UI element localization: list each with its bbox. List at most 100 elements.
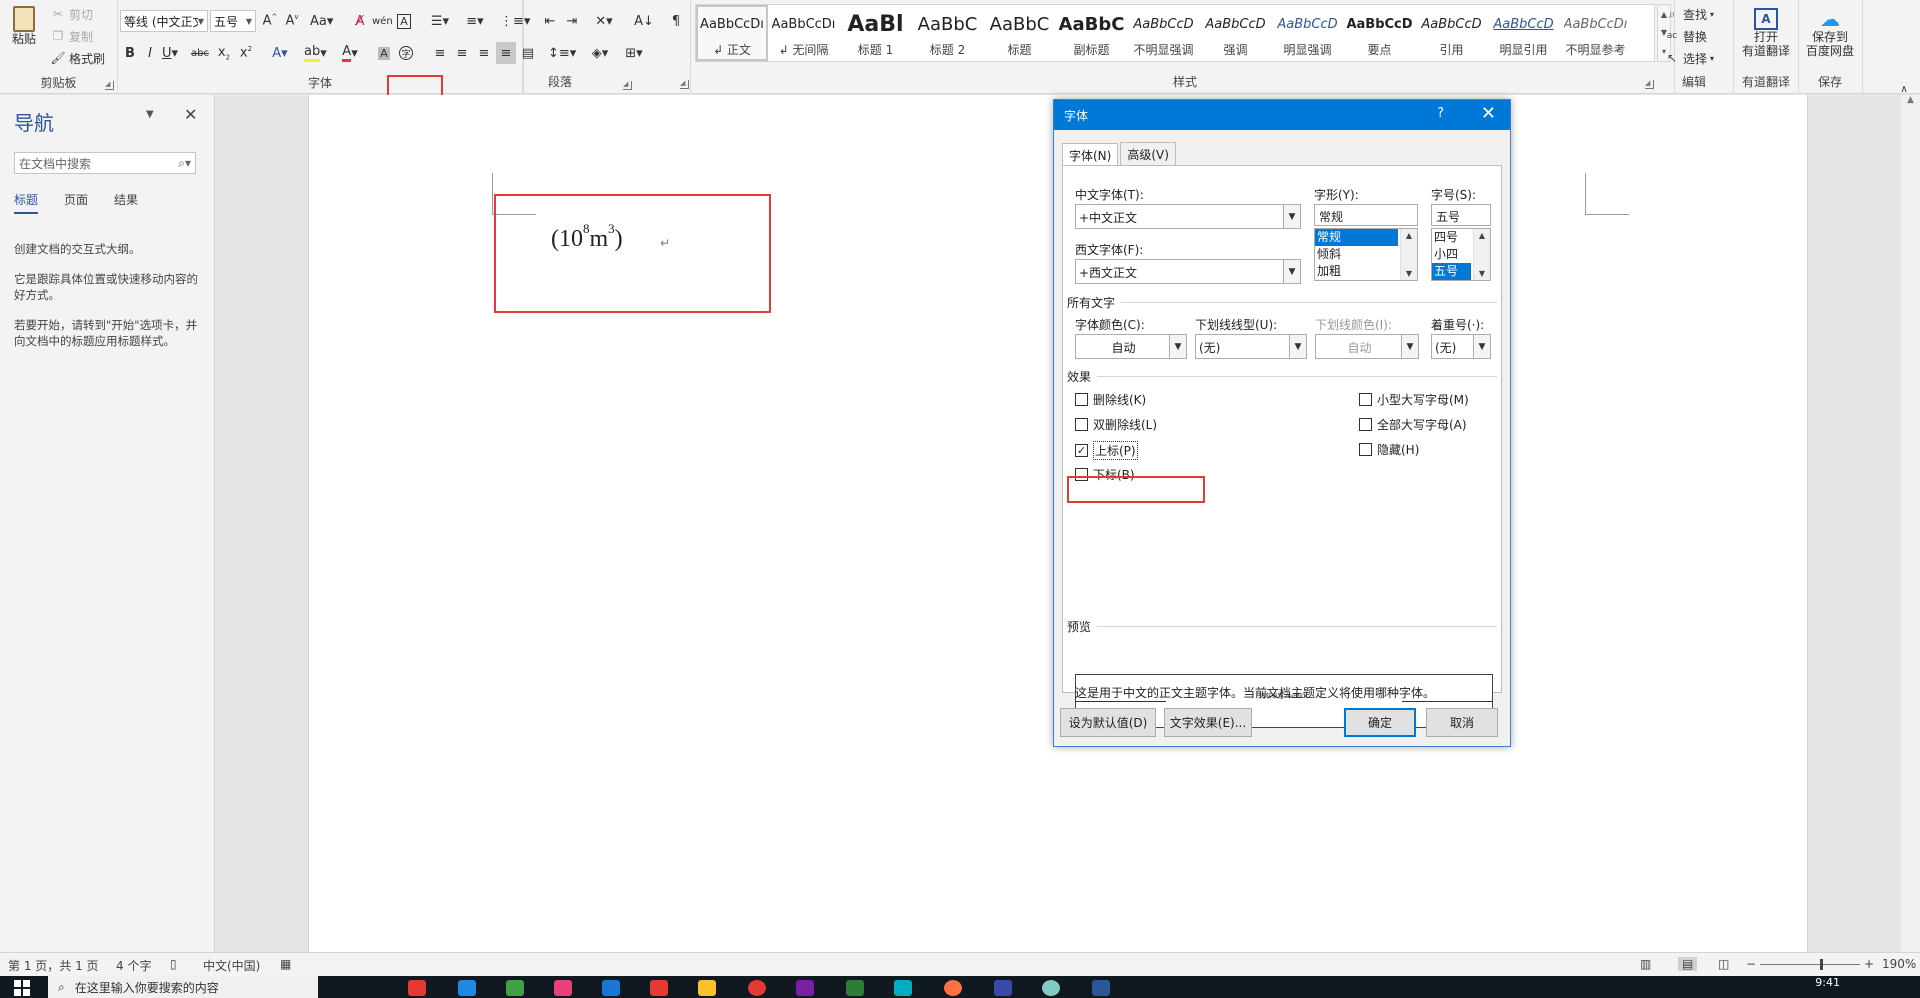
windows-start-icon[interactable] [14,980,30,996]
word-icon[interactable] [1092,980,1110,996]
enclose-char-button[interactable]: 字 [396,42,416,64]
zoom-out-icon[interactable]: − [1746,957,1756,971]
font-name-combo[interactable]: 等线 (中文正文 ▼ [120,10,208,32]
underline-style-combo[interactable]: (无) ▼ [1195,334,1307,359]
font-color-combo[interactable]: 自动 ▼ [1075,334,1187,359]
style-item[interactable]: AaBbCcD 引用 [1416,5,1488,61]
style-item[interactable]: AaBbCcDı ↲ 无间隔 [768,5,840,61]
copy-button[interactable]: ❐ 复制 [50,26,93,46]
strikethrough-button[interactable]: abc [190,42,210,64]
distributed-button[interactable]: ▤ [518,42,538,64]
app-icon-4[interactable] [554,980,572,996]
zoom-level[interactable]: 190% [1882,957,1916,971]
style-item[interactable]: AaBbCcD 要点 [1344,5,1416,61]
style-item[interactable]: AaBbC 标题 2 [912,5,984,61]
word-count[interactable]: 4 个字 [116,957,151,974]
style-item[interactable]: AaBl 标题 1 [840,5,912,61]
line-spacing-button[interactable]: ↕≡▾ [548,42,576,64]
language[interactable]: 中文(中国) [203,957,260,974]
app-icon-5[interactable] [602,980,620,996]
text-effects-button[interactable]: A▾ [270,42,290,64]
sort-button[interactable]: A↓ [634,10,654,32]
firefox-icon[interactable] [944,980,962,996]
superscript-button[interactable]: x2 [236,42,256,64]
macro-icon[interactable]: ▦ [280,957,291,971]
nav-search-input[interactable]: 在文档中搜索 ⌕▾ [14,152,196,174]
paragraph-dialog-launcher[interactable]: ◢ [680,80,689,89]
search-icon[interactable]: ⌕▾ [178,156,191,171]
font-style-input[interactable]: 常规 [1314,204,1418,226]
app-icon-14[interactable] [1042,980,1060,996]
numbering-button[interactable]: ≡▾ [465,10,485,32]
replace-button[interactable]: ac 替换 [1664,26,1707,46]
small-caps-checkbox[interactable]: 小型大写字母(M) [1359,391,1469,408]
nav-options-icon[interactable]: ▼ [146,109,154,120]
font-size-scrollbar[interactable]: ▲ ▼ [1473,229,1490,280]
char-border-button[interactable]: A [394,10,414,32]
app-icon-13[interactable] [994,980,1012,996]
font-style-scrollbar[interactable]: ▲ ▼ [1400,229,1417,280]
styles-dialog-launcher[interactable]: ◢ [1645,80,1654,89]
font-style-option[interactable]: 常规 [1315,229,1398,246]
italic-button[interactable]: I [140,42,160,64]
vertical-scrollbar[interactable]: ▲ [1901,95,1920,952]
save-to-baidu-button[interactable]: ☁ 保存到 百度网盘 [1802,8,1858,58]
tab-font[interactable]: 字体(N) [1062,143,1119,167]
text-effects-button[interactable]: 文字效果(E)... [1164,708,1252,737]
web-layout-icon[interactable]: ◫ [1718,957,1729,971]
shrink-font-button[interactable]: Av [282,10,302,32]
tab-advanced[interactable]: 高级(V) [1120,142,1176,166]
read-mode-icon[interactable]: ▥ [1640,957,1651,971]
change-case-button[interactable]: Aa▾ [310,10,333,32]
font-size-list[interactable]: 四号 小四 五号 ▲ ▼ [1431,228,1491,281]
style-item[interactable]: AaBbCcD 强调 [1200,5,1272,61]
style-item[interactable]: AaBbC 标题 [984,5,1056,61]
cancel-button[interactable]: 取消 [1426,708,1498,737]
edge-icon[interactable] [458,980,476,996]
taskbar-search-input[interactable]: ⌕ 在这里输入你要搜索的内容 [48,976,318,998]
clipboard-dialog-launcher[interactable]: ◢ [105,81,114,90]
underline-button[interactable]: U ▾ [160,42,180,64]
page-count[interactable]: 第 1 页，共 1 页 [8,957,99,974]
char-shading-button[interactable]: A [374,42,394,64]
nav-tab-results[interactable]: 结果 [114,191,138,214]
subscript-button[interactable]: x2 [214,42,234,64]
cut-button[interactable]: ✂ 剪切 [50,4,93,24]
align-left-button[interactable]: ≡ [430,42,450,64]
set-default-button[interactable]: 设为默认值(D) [1060,708,1156,737]
superscript-checkbox[interactable]: ✓ 上标(P) [1075,441,1138,460]
hidden-checkbox[interactable]: 隐藏(H) [1359,441,1419,458]
strikethrough-checkbox[interactable]: 删除线(K) [1075,391,1146,408]
chrome-icon[interactable] [748,980,766,996]
zoom-slider[interactable] [1760,959,1860,970]
align-center-button[interactable]: ≡ [452,42,472,64]
taskbar-clock[interactable]: 9:41 [1815,976,1840,989]
chinese-layout-button[interactable]: ✕▾ [594,10,614,32]
app-icon-7[interactable] [698,980,716,996]
nav-close-icon[interactable]: ✕ [184,105,197,124]
grow-font-button[interactable]: A^ [260,10,280,32]
zoom-slider-thumb[interactable] [1820,959,1823,970]
scroll-up-icon[interactable]: ▲ [1901,95,1920,105]
proofing-icon[interactable]: ▯ [170,957,177,971]
font-size-combo[interactable]: 五号 ▼ [210,10,256,32]
highlight-button[interactable]: ab ▾ [304,42,327,64]
style-item[interactable]: AaBbC 副标题 [1056,5,1128,61]
zoom-in-icon[interactable]: + [1864,957,1874,971]
align-right-button[interactable]: ≡ [474,42,494,64]
format-painter-button[interactable]: 🖌 格式刷 [50,48,105,68]
font-size-option[interactable]: 五号 [1432,263,1471,280]
nav-tab-headings[interactable]: 标题 [14,191,39,214]
help-icon[interactable]: ? [1437,106,1444,121]
increase-indent-button[interactable]: ⇥ [562,10,582,32]
phonetic-guide-button[interactable]: wén [372,10,393,32]
app-icon-11[interactable] [894,980,912,996]
all-caps-checkbox[interactable]: 全部大写字母(A) [1359,416,1467,433]
justify-button[interactable]: ≡ [496,42,516,64]
nav-tab-pages[interactable]: 页面 [64,191,88,214]
font-color-button[interactable]: A ▾ [340,42,360,64]
print-layout-icon[interactable]: ▤ [1678,957,1698,971]
clear-format-button[interactable]: A̸ [350,10,370,32]
show-marks-button[interactable]: ¶ [666,10,686,32]
dialog-titlebar[interactable]: 字体 ? ✕ [1054,100,1510,130]
